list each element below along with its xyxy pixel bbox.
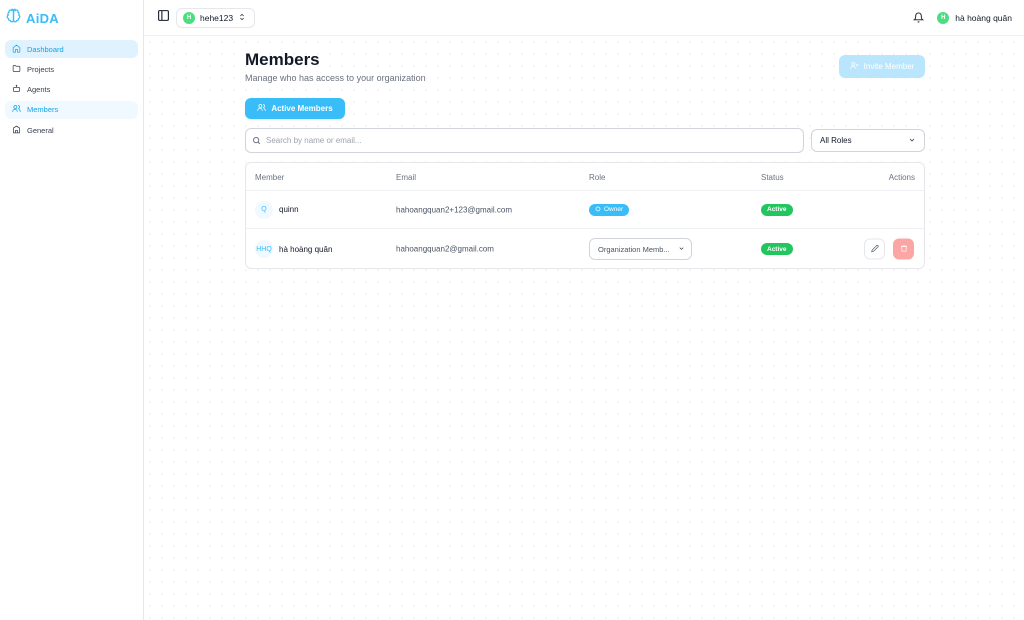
folder-icon	[12, 64, 21, 75]
sidebar-item-members[interactable]: Members	[5, 100, 138, 119]
pencil-icon	[870, 244, 879, 254]
org-switcher[interactable]: H hehe123	[176, 7, 256, 28]
sidebar-item-agents[interactable]: Agents	[5, 81, 138, 99]
status-badge: Active	[761, 243, 793, 255]
edit-member-button[interactable]	[864, 238, 885, 260]
users-icon	[257, 103, 266, 114]
panel-left-icon	[157, 9, 170, 27]
user-menu[interactable]: H hà hoàng quân	[937, 11, 1012, 24]
column-header-actions: Actions	[888, 173, 915, 182]
home-icon	[12, 44, 21, 55]
page-subtitle: Manage who has access to your organizati…	[245, 73, 426, 83]
role-select[interactable]: Organization Memb...	[589, 238, 692, 260]
sidebar-toggle-button[interactable]	[156, 9, 170, 27]
sidebar-item-dashboard[interactable]: Dashboard	[5, 40, 138, 58]
sidebar-nav: Dashboard Projects Agents Members Genera…	[0, 36, 143, 145]
sidebar-item-label: General	[27, 125, 54, 135]
column-header-status: Status	[761, 173, 784, 182]
member-email: hahoangquan2@gmail.com	[396, 244, 494, 254]
member-avatar: Q	[255, 200, 273, 219]
building-icon	[12, 125, 21, 136]
role-filter-value: All Roles	[820, 136, 852, 145]
trash-icon	[900, 244, 908, 254]
role-select-value: Organization Memb...	[598, 244, 670, 254]
brain-logo-icon	[6, 8, 21, 28]
table-row: HHQ hà hoàng quân hahoangquan2@gmail.com…	[246, 229, 924, 268]
member-cell: HHQ hà hoàng quân	[255, 240, 332, 258]
chevrons-up-down-icon	[238, 13, 246, 23]
role-badge-owner: Owner	[589, 203, 630, 216]
org-avatar: H	[183, 11, 195, 24]
column-header-member: Member	[255, 173, 285, 182]
column-header-email: Email	[396, 173, 417, 182]
search-input[interactable]	[266, 136, 786, 145]
users-icon	[12, 104, 21, 115]
members-table: Member Email Role Status Actions Q quinn…	[245, 162, 925, 269]
invite-member-button[interactable]: Invite Member	[839, 55, 925, 78]
org-name: hehe123	[200, 12, 234, 23]
sidebar-item-label: Agents	[27, 85, 51, 95]
sidebar-item-label: Dashboard	[27, 44, 64, 54]
user-name: hà hoàng quân	[955, 12, 1012, 23]
table-header: Member Email Role Status Actions	[246, 163, 924, 191]
member-name: quinn	[279, 205, 299, 214]
member-email: hahoangquan2+123@gmail.com	[396, 205, 512, 214]
sidebar-item-general[interactable]: General	[5, 121, 138, 139]
crown-icon	[595, 206, 601, 214]
search-icon	[252, 132, 261, 150]
chevron-down-icon	[908, 136, 916, 146]
user-avatar: H	[937, 11, 950, 24]
bell-icon[interactable]	[913, 12, 925, 24]
invite-member-label: Invite Member	[863, 62, 915, 71]
column-header-role: Role	[589, 173, 606, 182]
search-box	[245, 128, 804, 153]
bot-icon	[12, 84, 21, 95]
top-header: H hehe123 H hà hoàng quân	[144, 0, 1024, 36]
member-cell: Q quinn	[255, 200, 299, 219]
main-content: Members Manage who has access to your or…	[144, 36, 1024, 620]
header-right: H hà hoàng quân	[913, 11, 1012, 24]
member-name: hà hoàng quân	[279, 244, 333, 254]
page-title: Members	[245, 50, 320, 69]
table-row: Q quinn hahoangquan2+123@gmail.com Owner…	[246, 191, 924, 229]
sidebar-item-label: Members	[27, 105, 59, 115]
tab-label: Active Members	[271, 104, 333, 113]
sidebar-item-label: Projects	[27, 64, 55, 74]
tab-active-members[interactable]: Active Members	[245, 98, 345, 119]
chevron-down-icon	[678, 245, 685, 254]
sidebar-item-projects[interactable]: Projects	[5, 60, 138, 78]
status-badge: Active	[761, 203, 793, 216]
member-avatar: HHQ	[255, 240, 273, 258]
role-filter-select[interactable]: All Roles	[811, 129, 925, 152]
delete-member-button[interactable]	[893, 238, 914, 260]
sidebar: AiDA Dashboard Projects Agents Members G…	[0, 0, 144, 620]
role-label: Owner	[604, 206, 624, 213]
brand-name: AiDA	[26, 10, 59, 26]
brand[interactable]: AiDA	[0, 0, 143, 36]
user-plus-icon	[850, 61, 859, 72]
